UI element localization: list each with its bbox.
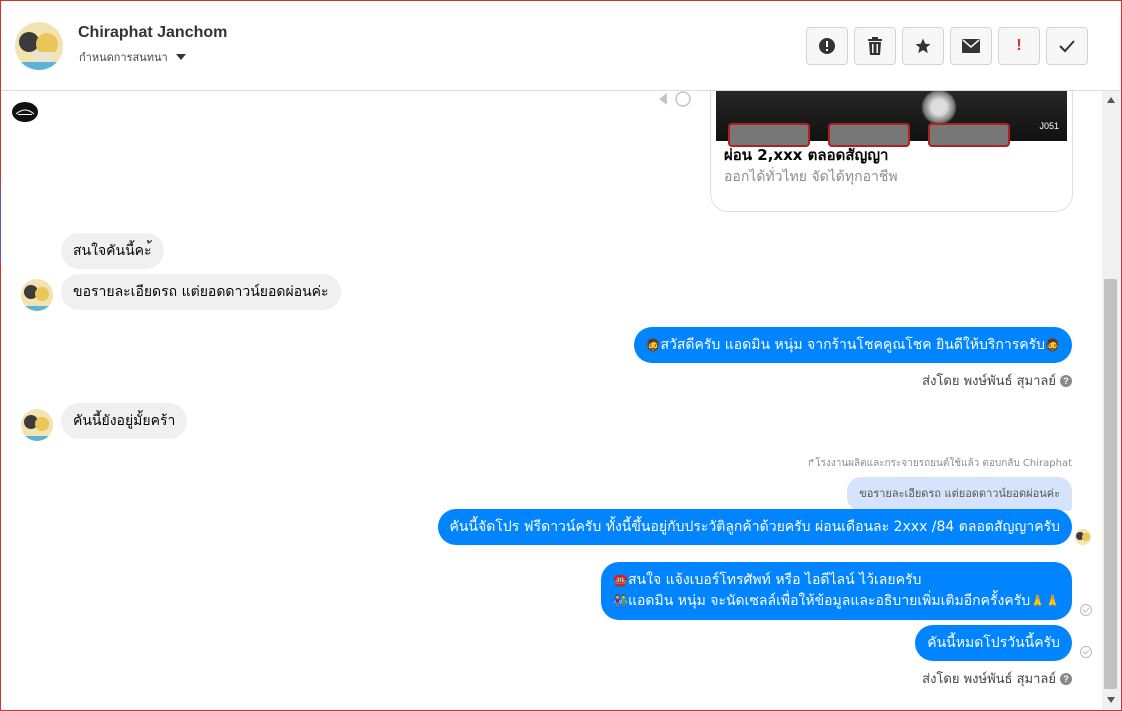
contact-avatar[interactable] — [15, 22, 63, 70]
help-icon[interactable]: ? — [1060, 374, 1072, 387]
checkmark-icon — [1059, 40, 1075, 53]
sender-avatar — [21, 409, 53, 441]
outgoing-message[interactable]: คันนี้จัดโปร ฟรีดาวน์ครับ ทั้งนี้ขึ้นอยู… — [437, 509, 1072, 545]
mail-button[interactable] — [950, 27, 992, 65]
reply-context: ↱โรงงานผลิตและกระจายรถยนต์ใช้แล้ว ตอบกลั… — [807, 456, 1072, 471]
outgoing-message[interactable]: ☎️สนใจ แจ้งเบอร์โทรศัพท์ หรือ ไอดีไลน์ ไ… — [601, 562, 1072, 620]
contact-name: Chiraphat Janchom — [78, 24, 228, 41]
incoming-message[interactable]: คันนี้ยังอยู่มั้ยคร้า — [61, 403, 188, 439]
incoming-message[interactable]: ขอรายละเอียดรถ แต่ยอดดาวน์ยอดผ่อนค่ะ — [61, 274, 341, 310]
conversation-header: Chiraphat Janchom กำหนดการสนทนา ! — [1, 1, 1121, 91]
delivered-check-icon — [1080, 604, 1092, 616]
outgoing-message[interactable]: 🧔สวัสดีครับ แอดมิน หนุ่ม จากร้านโชคคูณโช… — [633, 327, 1072, 363]
telephone-emoji-icon: ☎️ — [613, 573, 628, 587]
alert-button[interactable] — [806, 27, 848, 65]
trash-icon — [868, 37, 882, 55]
sent-by-label: ส่งโดย พงษ์พันธ์ สุมาลย์ ? — [922, 668, 1072, 689]
star-button[interactable] — [902, 27, 944, 65]
conversation-settings-label: กำหนดการสนทนา — [79, 51, 168, 64]
page-logo-icon — [12, 102, 38, 122]
message-actions-faded-icon — [657, 91, 693, 111]
seen-avatar — [1075, 529, 1091, 545]
card-title: ผ่อน 2,xxx ตลอดสัญญา — [724, 146, 889, 164]
sent-by-text: ส่งโดย พงษ์พันธ์ สุมาลย์ — [922, 672, 1056, 687]
important-button[interactable]: ! — [998, 27, 1040, 65]
exclamation-icon: ! — [1016, 37, 1022, 54]
message-line-1-text: สนใจ แจ้งเบอร์โทรศัพท์ หรือ ไอดีไลน์ ไว้… — [628, 572, 922, 588]
reply-arrow-icon: ↱ — [806, 458, 816, 469]
sent-by-text: ส่งโดย พงษ์พันธ์ สุมาลย์ — [922, 374, 1056, 389]
scroll-thumb[interactable] — [1104, 279, 1117, 689]
chat-scrollbar[interactable] — [1102, 91, 1120, 709]
people-emoji-icon: 👫 — [613, 594, 628, 608]
message-line-1: ☎️สนใจ แจ้งเบอร์โทรศัพท์ หรือ ไอดีไลน์ ไ… — [613, 570, 1060, 591]
delete-button[interactable] — [854, 27, 896, 65]
face-emoji-icon: 🧔 — [1045, 338, 1060, 352]
envelope-icon — [962, 39, 980, 53]
help-icon[interactable]: ? — [1060, 672, 1072, 685]
message-line-2: 👫แอดมิน หนุ่ม จะนัดเซลล์เพื่อให้ข้อมูลแล… — [613, 591, 1060, 612]
delivered-check-icon — [1080, 646, 1092, 658]
outgoing-message-text: สวัสดีครับ แอดมิน หนุ่ม จากร้านโชคคูณโชค… — [660, 337, 1046, 353]
message-line-2-text: แอดมิน หนุ่ม จะนัดเซลล์เพื่อให้ข้อมูลและ… — [628, 593, 1031, 609]
incoming-message[interactable]: สนใจคันนี้คะ้ — [61, 233, 164, 269]
car-image: J051 — [716, 91, 1067, 147]
face-emoji-icon: 🧔 — [645, 338, 661, 352]
sent-by-label: ส่งโดย พงษ์พันธ์ สุมาลย์ ? — [922, 370, 1072, 391]
done-button[interactable] — [1046, 27, 1088, 65]
scroll-down-arrow-icon[interactable] — [1107, 697, 1115, 703]
conversation-settings-dropdown[interactable]: กำหนดการสนทนา — [79, 48, 186, 66]
reply-context-text: โรงงานผลิตและกระจายรถยนต์ใช้แล้ว ตอบกลับ… — [815, 458, 1072, 469]
sender-avatar — [21, 279, 53, 311]
exclamation-circle-icon — [819, 38, 835, 54]
image-code: J051 — [1039, 121, 1059, 131]
message-thread[interactable]: J051 ผ่อน 2,xxx ตลอดสัญญา ออกได้ทั่วไทย … — [1, 91, 1102, 709]
card-description: ออกได้ทั่วไทย จัดได้ทุกอาชีพ — [724, 169, 898, 185]
scroll-up-arrow-icon[interactable] — [1107, 97, 1115, 103]
star-icon — [915, 38, 931, 54]
chevron-down-icon — [175, 54, 186, 60]
pray-emoji-icon: 🙏🙏 — [1030, 594, 1060, 608]
outgoing-message[interactable]: คันนี้หมดโปรวันนี้ครับ — [915, 625, 1072, 661]
conversation-toolbar: ! — [806, 27, 1088, 65]
quoted-message[interactable]: ขอรายละเอียดรถ แต่ยอดดาวน์ยอดผ่อนค่ะ — [847, 477, 1072, 511]
listing-card[interactable]: J051 ผ่อน 2,xxx ตลอดสัญญา ออกได้ทั่วไทย … — [710, 91, 1073, 212]
